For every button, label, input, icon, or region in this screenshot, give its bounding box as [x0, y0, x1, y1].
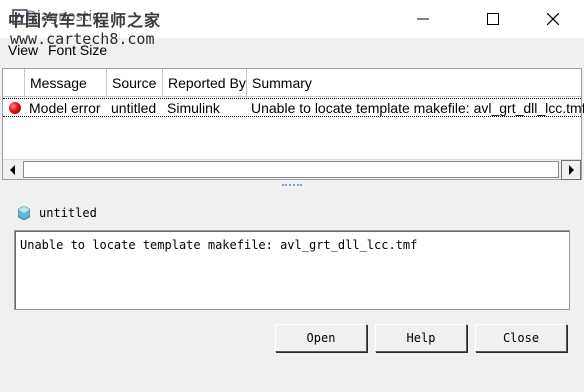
column-header-message[interactable]: Message [25, 69, 107, 97]
arrow-left-icon [10, 165, 15, 175]
minimize-button[interactable] [400, 0, 446, 38]
splitter-grip-icon [282, 184, 302, 187]
column-header-reported-by[interactable]: Reported By [163, 69, 247, 97]
message-detail-text: Unable to locate template makefile: avl_… [20, 238, 418, 252]
menu-view-label: View [8, 42, 39, 58]
horizontal-scrollbar[interactable] [3, 159, 581, 180]
message-detail-box[interactable]: Unable to locate template makefile: avl_… [14, 230, 570, 310]
cell-source: untitled [111, 100, 157, 116]
error-icon [9, 102, 21, 114]
table-row[interactable]: Model error untitled Simulink Unable to … [3, 98, 584, 117]
minimize-icon [417, 18, 429, 20]
model-icon [18, 206, 30, 220]
cell-summary: Unable to locate template makefile: avl_… [251, 100, 584, 116]
open-button[interactable]: Open [275, 324, 367, 352]
column-header-summary[interactable]: Summary [247, 69, 581, 97]
message-table: Message Source Reported By Summary Model… [2, 68, 584, 180]
cell-message: Model error [29, 100, 101, 116]
close-button[interactable]: Close [475, 324, 567, 352]
maximize-icon [487, 13, 499, 25]
column-header-source[interactable]: Source [107, 69, 163, 97]
model-name[interactable]: untitled [39, 206, 97, 220]
menu-font-size-label: Font Size [48, 42, 108, 58]
menu-view[interactable]: View [8, 42, 38, 58]
menu-font-size[interactable]: Font Size [48, 42, 107, 58]
arrow-right-icon [569, 165, 574, 175]
pane-splitter[interactable] [0, 180, 584, 192]
menu-bar: View Font Size [0, 38, 584, 62]
help-button[interactable]: Help [375, 324, 467, 352]
close-icon [547, 13, 559, 25]
scroll-left-button[interactable] [3, 160, 23, 180]
close-window-button[interactable] [530, 0, 576, 38]
scroll-right-button[interactable] [561, 160, 581, 180]
scroll-thumb[interactable] [23, 161, 559, 178]
cell-reported-by: Simulink [167, 100, 220, 116]
table-header: Message Source Reported By Summary [3, 69, 581, 97]
maximize-button[interactable] [470, 0, 516, 38]
watermark-logo-text: 中国汽车工程师之家 [8, 11, 162, 30]
column-header-icon[interactable] [3, 69, 25, 97]
